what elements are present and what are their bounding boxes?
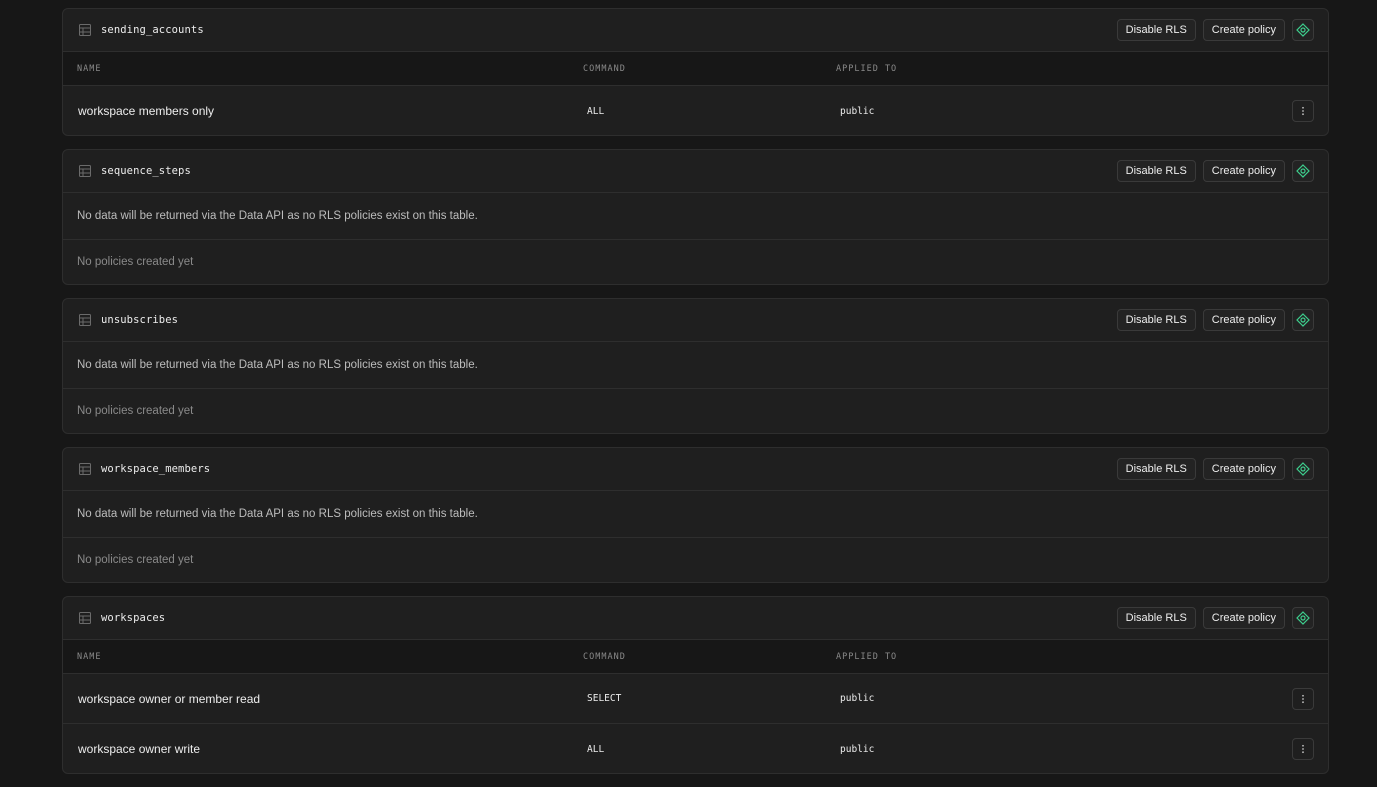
- table-card-workspace-members: workspace_members Disable RLS Create pol…: [62, 447, 1329, 583]
- disable-rls-button[interactable]: Disable RLS: [1116, 160, 1196, 182]
- table-name: unsubscribes: [101, 314, 179, 326]
- policy-applied-to: public: [840, 693, 875, 704]
- more-vertical-icon: [1302, 106, 1304, 116]
- shield-check-icon: [1296, 611, 1310, 625]
- column-header-name: NAME: [77, 63, 102, 74]
- table-card-header: sequence_steps Disable RLS Create policy: [63, 150, 1328, 193]
- policy-name: workspace members only: [78, 104, 215, 118]
- table-name: workspace_members: [101, 463, 211, 475]
- table-card-workspaces: workspaces Disable RLS Create policy NAM…: [62, 596, 1329, 774]
- create-policy-button[interactable]: Create policy: [1202, 309, 1285, 331]
- policy-check-button[interactable]: [1292, 309, 1314, 331]
- policy-applied-to: public: [840, 105, 875, 117]
- policy-more-button[interactable]: [1292, 100, 1314, 122]
- table-icon: [79, 463, 91, 475]
- disable-rls-button[interactable]: Disable RLS: [1116, 458, 1196, 480]
- policy-check-button[interactable]: [1292, 458, 1314, 480]
- policy-check-button[interactable]: [1292, 160, 1314, 182]
- policy-row[interactable]: workspace owner write ALL public: [63, 724, 1328, 773]
- table-name: sending_accounts: [101, 24, 204, 36]
- no-policies-message: No policies created yet: [77, 256, 194, 268]
- table-card-header: sending_accounts Disable RLS Create poli…: [63, 9, 1328, 52]
- create-policy-button[interactable]: Create policy: [1202, 458, 1285, 480]
- table-name: sequence_steps: [101, 165, 191, 177]
- policy-more-button[interactable]: [1292, 738, 1314, 760]
- create-policy-button[interactable]: Create policy: [1202, 607, 1285, 629]
- policy-more-button[interactable]: [1292, 688, 1314, 710]
- policy-row[interactable]: workspace owner or member read SELECT pu…: [63, 674, 1328, 724]
- column-header-command: COMMAND: [583, 651, 626, 662]
- no-rls-warning: No data will be returned via the Data AP…: [63, 193, 1328, 240]
- policy-column-headers: NAME COMMAND APPLIED TO: [63, 52, 1328, 86]
- policy-check-button[interactable]: [1292, 19, 1314, 41]
- no-policies-message: No policies created yet: [77, 554, 194, 566]
- no-rls-warning: No data will be returned via the Data AP…: [63, 342, 1328, 389]
- column-header-command: COMMAND: [583, 63, 626, 74]
- column-header-name: NAME: [77, 651, 102, 662]
- table-card-unsubscribes: unsubscribes Disable RLS Create policy N…: [62, 298, 1329, 434]
- table-icon: [79, 165, 91, 177]
- disable-rls-button[interactable]: Disable RLS: [1116, 607, 1196, 629]
- no-policies-message: No policies created yet: [77, 405, 194, 417]
- policy-command: ALL: [587, 743, 605, 755]
- shield-check-icon: [1296, 462, 1310, 476]
- create-policy-button[interactable]: Create policy: [1202, 19, 1285, 41]
- table-icon: [79, 612, 91, 624]
- table-card-header: workspaces Disable RLS Create policy: [63, 597, 1328, 640]
- policy-applied-to: public: [840, 743, 875, 755]
- policy-row[interactable]: workspace members only ALL public: [63, 86, 1328, 135]
- table-icon: [79, 24, 91, 36]
- policy-check-button[interactable]: [1292, 607, 1314, 629]
- disable-rls-button[interactable]: Disable RLS: [1116, 19, 1196, 41]
- policy-column-headers: NAME COMMAND APPLIED TO: [63, 640, 1328, 674]
- table-card-sending-accounts: sending_accounts Disable RLS Create poli…: [62, 8, 1329, 136]
- more-vertical-icon: [1302, 694, 1304, 704]
- disable-rls-button[interactable]: Disable RLS: [1116, 309, 1196, 331]
- column-header-applied-to: APPLIED TO: [836, 63, 898, 74]
- shield-check-icon: [1296, 313, 1310, 327]
- policy-command: ALL: [587, 105, 605, 117]
- policy-command: SELECT: [587, 693, 622, 704]
- more-vertical-icon: [1302, 744, 1304, 754]
- create-policy-button[interactable]: Create policy: [1202, 160, 1285, 182]
- no-rls-warning: No data will be returned via the Data AP…: [63, 491, 1328, 538]
- policy-name: workspace owner write: [78, 742, 201, 756]
- table-name: workspaces: [101, 612, 166, 624]
- table-card-header: workspace_members Disable RLS Create pol…: [63, 448, 1328, 491]
- table-card-sequence-steps: sequence_steps Disable RLS Create policy…: [62, 149, 1329, 285]
- shield-check-icon: [1296, 23, 1310, 37]
- table-card-header: unsubscribes Disable RLS Create policy: [63, 299, 1328, 342]
- column-header-applied-to: APPLIED TO: [836, 651, 898, 662]
- table-icon: [79, 314, 91, 326]
- policy-name: workspace owner or member read: [78, 691, 261, 706]
- shield-check-icon: [1296, 164, 1310, 178]
